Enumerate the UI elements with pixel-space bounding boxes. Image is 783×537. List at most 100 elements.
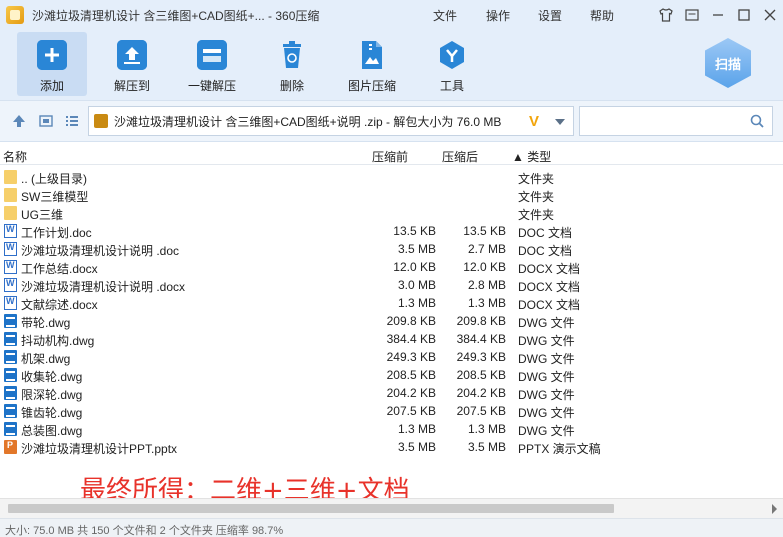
- path-dropdown-icon[interactable]: [555, 119, 565, 125]
- extract-to-icon: [117, 40, 147, 70]
- window-controls: [653, 0, 783, 30]
- file-size: 207.5 KB: [386, 404, 436, 418]
- skin-button[interactable]: [653, 0, 679, 30]
- search-icon[interactable]: [750, 114, 764, 128]
- extract-to-label: 解压到: [113, 79, 150, 93]
- file-type: DOC 文档: [518, 226, 573, 240]
- file-row[interactable]: 工作总结.docx 12.0 KB 12.0 KB DOCX 文档: [0, 258, 783, 276]
- status-bar: 大小: 75.0 MB 共 150 个文件和 2 个文件夹 压缩率 98.7%: [0, 518, 783, 537]
- file-size: 3.5 MB: [397, 242, 436, 256]
- column-type[interactable]: ▲ 类型: [512, 148, 551, 165]
- archive-path-field[interactable]: 沙滩垃圾清理机设计 含三维图+CAD图纸+说明 .zip - 解包大小为 76.…: [88, 106, 574, 136]
- file-name: 文献综述.docx: [21, 298, 98, 312]
- file-name: 工作总结.docx: [21, 262, 98, 276]
- file-row[interactable]: 锥齿轮.dwg 207.5 KB 207.5 KB DWG 文件: [0, 402, 783, 420]
- dwg-file-icon: [4, 332, 17, 346]
- one-click-extract-button[interactable]: 一键解压: [177, 32, 247, 96]
- word-doc-icon: [4, 242, 17, 256]
- file-type: 文件夹: [518, 172, 555, 186]
- file-name: 沙滩垃圾清理机设计PPT.pptx: [21, 442, 178, 456]
- column-name[interactable]: 名称: [3, 148, 27, 165]
- menu-help[interactable]: 帮助: [590, 7, 614, 24]
- file-size: 3.5 MB: [397, 440, 436, 454]
- file-name: SW三维模型: [21, 190, 89, 204]
- address-bar: 沙滩垃圾清理机设计 含三维图+CAD图纸+说明 .zip - 解包大小为 76.…: [0, 100, 783, 142]
- dwg-file-icon: [4, 368, 17, 382]
- menu-operation[interactable]: 操作: [486, 7, 510, 24]
- file-row[interactable]: UG三维 文件夹: [0, 204, 783, 222]
- file-type: DWG 文件: [518, 406, 575, 420]
- scroll-right-icon[interactable]: [772, 504, 777, 514]
- file-type: 文件夹: [518, 190, 555, 204]
- file-type: PPTX 演示文稿: [518, 442, 601, 456]
- toolbar: 添加 解压到 一键解压 删除 图片压缩 工具 扫描: [0, 30, 783, 100]
- extract-to-button[interactable]: 解压到: [97, 32, 167, 96]
- file-type: DOCX 文档: [518, 298, 581, 312]
- tools-label: 工具: [439, 79, 464, 93]
- up-arrow-icon[interactable]: [11, 113, 27, 129]
- file-compressed-size: 3.5 MB: [467, 440, 506, 454]
- file-size: 204.2 KB: [386, 386, 436, 400]
- file-type: DWG 文件: [518, 352, 575, 366]
- window-title: 沙滩垃圾清理机设计 含三维图+CAD图纸+... - 360压缩: [32, 8, 320, 23]
- app-logo-icon: [6, 6, 24, 24]
- file-type: 文件夹: [518, 208, 555, 222]
- file-row[interactable]: 抖动机构.dwg 384.4 KB 384.4 KB DWG 文件: [0, 330, 783, 348]
- file-row[interactable]: 文献综述.docx 1.3 MB 1.3 MB DOCX 文档: [0, 294, 783, 312]
- file-row[interactable]: 工作计划.doc 13.5 KB 13.5 KB DOC 文档: [0, 222, 783, 240]
- column-size[interactable]: 压缩前: [372, 148, 408, 165]
- search-input[interactable]: [584, 111, 744, 131]
- file-row[interactable]: 带轮.dwg 209.8 KB 209.8 KB DWG 文件: [0, 312, 783, 330]
- view-list-icon[interactable]: [64, 113, 80, 129]
- file-row[interactable]: 沙滩垃圾清理机设计说明 .doc 3.5 MB 2.7 MB DOC 文档: [0, 240, 783, 258]
- view-thumbnail-icon[interactable]: [38, 113, 54, 129]
- add-label: 添加: [39, 79, 64, 93]
- minimize-button[interactable]: [705, 0, 731, 30]
- file-compressed-size: 2.8 MB: [467, 278, 506, 292]
- archive-path-text: 沙滩垃圾清理机设计 含三维图+CAD图纸+说明 .zip - 解包大小为 76.…: [114, 114, 502, 129]
- file-compressed-size: 2.7 MB: [467, 242, 506, 256]
- file-name: UG三维: [21, 208, 64, 222]
- file-row[interactable]: .. (上级目录) 文件夹: [0, 168, 783, 186]
- file-name: 工作计划.doc: [21, 226, 92, 240]
- feedback-button[interactable]: [679, 0, 705, 30]
- file-type: DWG 文件: [518, 424, 575, 438]
- menu-settings[interactable]: 设置: [538, 7, 562, 24]
- file-row[interactable]: SW三维模型 文件夹: [0, 186, 783, 204]
- dwg-file-icon: [4, 422, 17, 436]
- scan-button[interactable]: 扫描: [705, 38, 751, 88]
- file-row[interactable]: 限深轮.dwg 204.2 KB 204.2 KB DWG 文件: [0, 384, 783, 402]
- file-compressed-size: 204.2 KB: [456, 386, 506, 400]
- search-field[interactable]: [579, 106, 773, 136]
- tools-button[interactable]: 工具: [417, 32, 487, 96]
- file-row[interactable]: 沙滩垃圾清理机设计说明 .docx 3.0 MB 2.8 MB DOCX 文档: [0, 276, 783, 294]
- file-list: 名称 压缩前 压缩后 ▲ 类型 .. (上级目录) 文件夹 SW三维模型 文件夹 UG三…: [0, 143, 783, 498]
- file-row[interactable]: 总装图.dwg 1.3 MB 1.3 MB DWG 文件: [0, 420, 783, 438]
- file-size: 1.3 MB: [397, 296, 436, 310]
- maximize-button[interactable]: [731, 0, 757, 30]
- image-compress-button[interactable]: 图片压缩: [337, 32, 407, 96]
- file-type: DOCX 文档: [518, 280, 581, 294]
- file-name: 锥齿轮.dwg: [21, 406, 83, 420]
- message-icon: [685, 9, 699, 21]
- minimize-icon: [713, 14, 723, 16]
- horizontal-scrollbar[interactable]: [0, 498, 783, 518]
- file-compressed-size: 12.0 KB: [463, 260, 506, 274]
- file-name: 带轮.dwg: [21, 316, 71, 330]
- file-type: DOCX 文档: [518, 262, 581, 276]
- menu-file[interactable]: 文件: [433, 7, 457, 24]
- file-name: 机架.dwg: [21, 352, 71, 366]
- file-type: DOC 文档: [518, 244, 573, 258]
- maximize-icon: [738, 9, 750, 21]
- column-compressed[interactable]: 压缩后: [442, 148, 478, 165]
- file-row[interactable]: 沙滩垃圾清理机设计PPT.pptx 3.5 MB 3.5 MB PPTX 演示文稿: [0, 438, 783, 456]
- file-compressed-size: 1.3 MB: [467, 296, 506, 310]
- file-compressed-size: 209.8 KB: [456, 314, 506, 328]
- scrollbar-thumb[interactable]: [8, 504, 614, 513]
- close-button[interactable]: [757, 0, 783, 30]
- add-button[interactable]: 添加: [17, 32, 87, 96]
- file-row[interactable]: 机架.dwg 249.3 KB 249.3 KB DWG 文件: [0, 348, 783, 366]
- file-row[interactable]: 收集轮.dwg 208.5 KB 208.5 KB DWG 文件: [0, 366, 783, 384]
- file-name: 限深轮.dwg: [21, 388, 83, 402]
- delete-button[interactable]: 删除: [257, 32, 327, 96]
